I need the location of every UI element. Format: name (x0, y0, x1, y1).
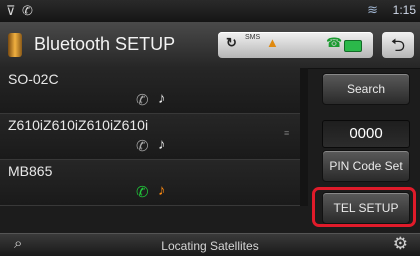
phone-icon: ✆ (136, 138, 149, 155)
pin-code-value: 0000 (322, 120, 410, 148)
status-bar: ⊽ ✆ ≋ 1:15 (0, 0, 420, 22)
phone-icon: ✆ (136, 184, 149, 201)
scroll-handle[interactable]: ≡ (284, 129, 292, 138)
music-note-icon: ♪ (158, 90, 166, 107)
device-name: MB865 (8, 163, 53, 179)
phone-signal-icon: ✆ (22, 3, 33, 18)
gps-status-text: Locating Satellites (161, 239, 259, 253)
music-note-icon: ♪ (158, 136, 166, 153)
music-note-icon: ♪ (158, 182, 166, 199)
tel-setup-highlight (312, 187, 416, 227)
header: Bluetooth SETUP ↻ SMS ▲ ☎ ⮌ (0, 22, 420, 69)
bluetooth-setup-screen: ⊽ ✆ ≋ 1:15 Bluetooth SETUP ↻ SMS ▲ ☎ ⮌ S… (0, 0, 420, 256)
gear-icon[interactable]: ⚙ (393, 234, 408, 254)
sms-icon: SMS (245, 34, 261, 41)
bottom-bar: ⌕ Locating Satellites ⚙ (0, 233, 420, 256)
signal-bars-icon: ▲ (266, 35, 279, 50)
search-button[interactable]: Search (322, 73, 410, 105)
back-button[interactable]: ⮌ (382, 32, 414, 58)
page-title: Bluetooth SETUP (34, 34, 176, 54)
device-name: Z610iZ610iZ610iZ610i (8, 117, 149, 133)
battery-icon (344, 40, 362, 52)
device-list-item[interactable]: MB865 ✆ ♪ (0, 160, 300, 206)
call-icon: ☎ (326, 35, 343, 50)
device-list-item[interactable]: Z610iZ610iZ610iZ610i ✆ ♪ (0, 114, 300, 160)
back-arrow-icon: ⮌ (390, 35, 406, 55)
device-list-item[interactable]: SO-02C ✆ ♪ (0, 68, 300, 114)
clock-time: 1:15 (392, 3, 416, 17)
wifi-icon: ≋ (367, 2, 378, 17)
rotate-icon: ↻ (226, 35, 237, 50)
mic-icon: ⊽ (6, 3, 16, 18)
bluetooth-app-icon (8, 33, 22, 57)
device-list: SO-02C ✆ ♪ Z610iZ610iZ610iZ610i ✆ ♪ MB86… (0, 68, 300, 206)
panel-divider (300, 68, 308, 206)
device-status-panel: ↻ SMS ▲ ☎ (218, 32, 373, 58)
phone-icon: ✆ (136, 92, 149, 109)
pin-code-set-button[interactable]: PIN Code Set (322, 150, 410, 182)
device-name: SO-02C (8, 71, 59, 87)
